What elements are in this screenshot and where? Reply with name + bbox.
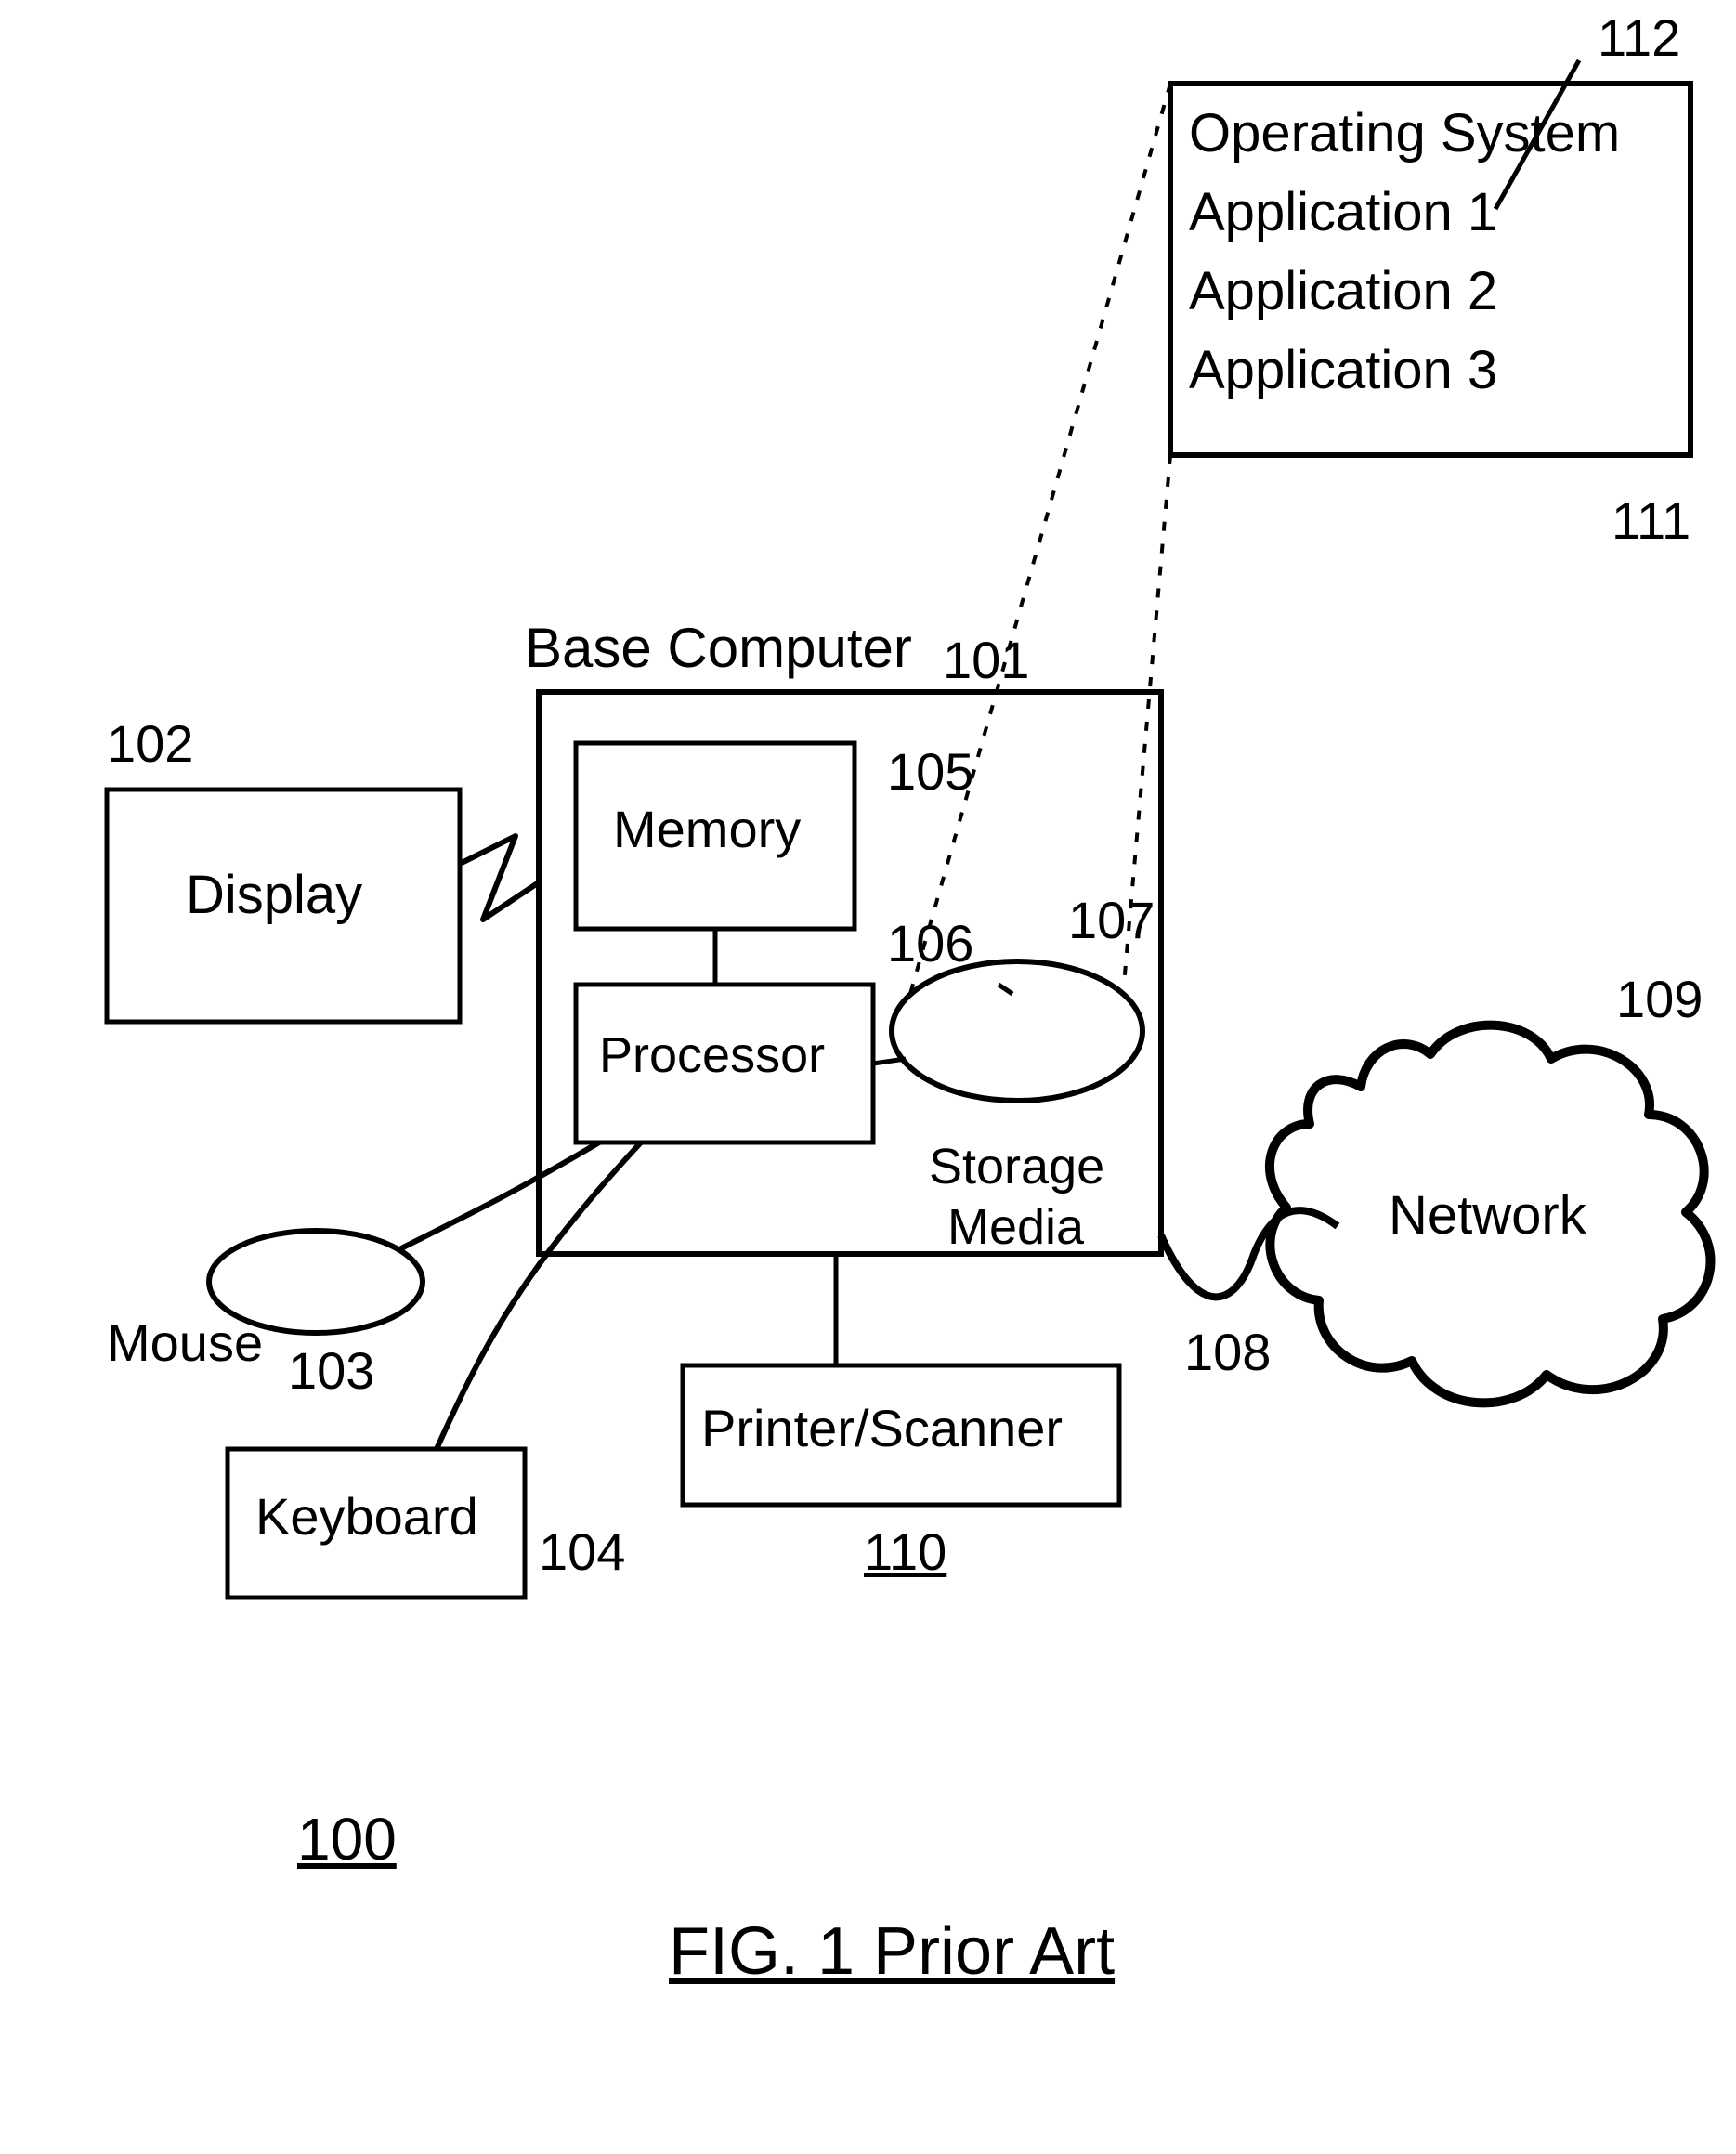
- software-app3-label: Application 3: [1189, 339, 1497, 401]
- software-app1-label: Application 1: [1189, 181, 1497, 243]
- processor-label: Processor: [599, 1026, 825, 1084]
- software-app2-label: Application 2: [1189, 260, 1497, 322]
- ref-107: 107: [1068, 892, 1155, 949]
- memory-label: Memory: [613, 799, 801, 859]
- ref-109: 109: [1616, 971, 1703, 1028]
- storage-label-l1: Storage: [929, 1138, 1104, 1195]
- base-computer-label: Base Computer: [525, 618, 912, 679]
- ref-110: 110: [864, 1523, 946, 1581]
- ref-111: 111: [1612, 492, 1690, 550]
- printer-scanner-label: Printer/Scanner: [701, 1398, 1063, 1458]
- diagram-stage: 112 Operating System Application 1 Appli…: [0, 0, 1736, 2154]
- ref-105: 105: [887, 743, 973, 801]
- ref-101: 101: [943, 632, 1029, 689]
- display-label: Display: [186, 864, 362, 926]
- ref-104: 104: [539, 1523, 625, 1581]
- connectors-layer: [0, 0, 1736, 2154]
- network-label: Network: [1389, 1184, 1586, 1247]
- keyboard-label: Keyboard: [255, 1486, 478, 1547]
- storage-label-l2: Media: [947, 1198, 1084, 1256]
- ref-112: 112: [1598, 9, 1680, 67]
- ref-108: 108: [1184, 1324, 1271, 1381]
- ref-103: 103: [288, 1342, 374, 1400]
- software-os-label: Operating System: [1189, 102, 1620, 164]
- figure-title: FIG. 1 Prior Art: [669, 1913, 1115, 1990]
- ref-102: 102: [107, 715, 193, 773]
- ref-100: 100: [297, 1807, 397, 1872]
- mouse-label: Mouse: [107, 1314, 263, 1372]
- ref-106: 106: [887, 915, 973, 973]
